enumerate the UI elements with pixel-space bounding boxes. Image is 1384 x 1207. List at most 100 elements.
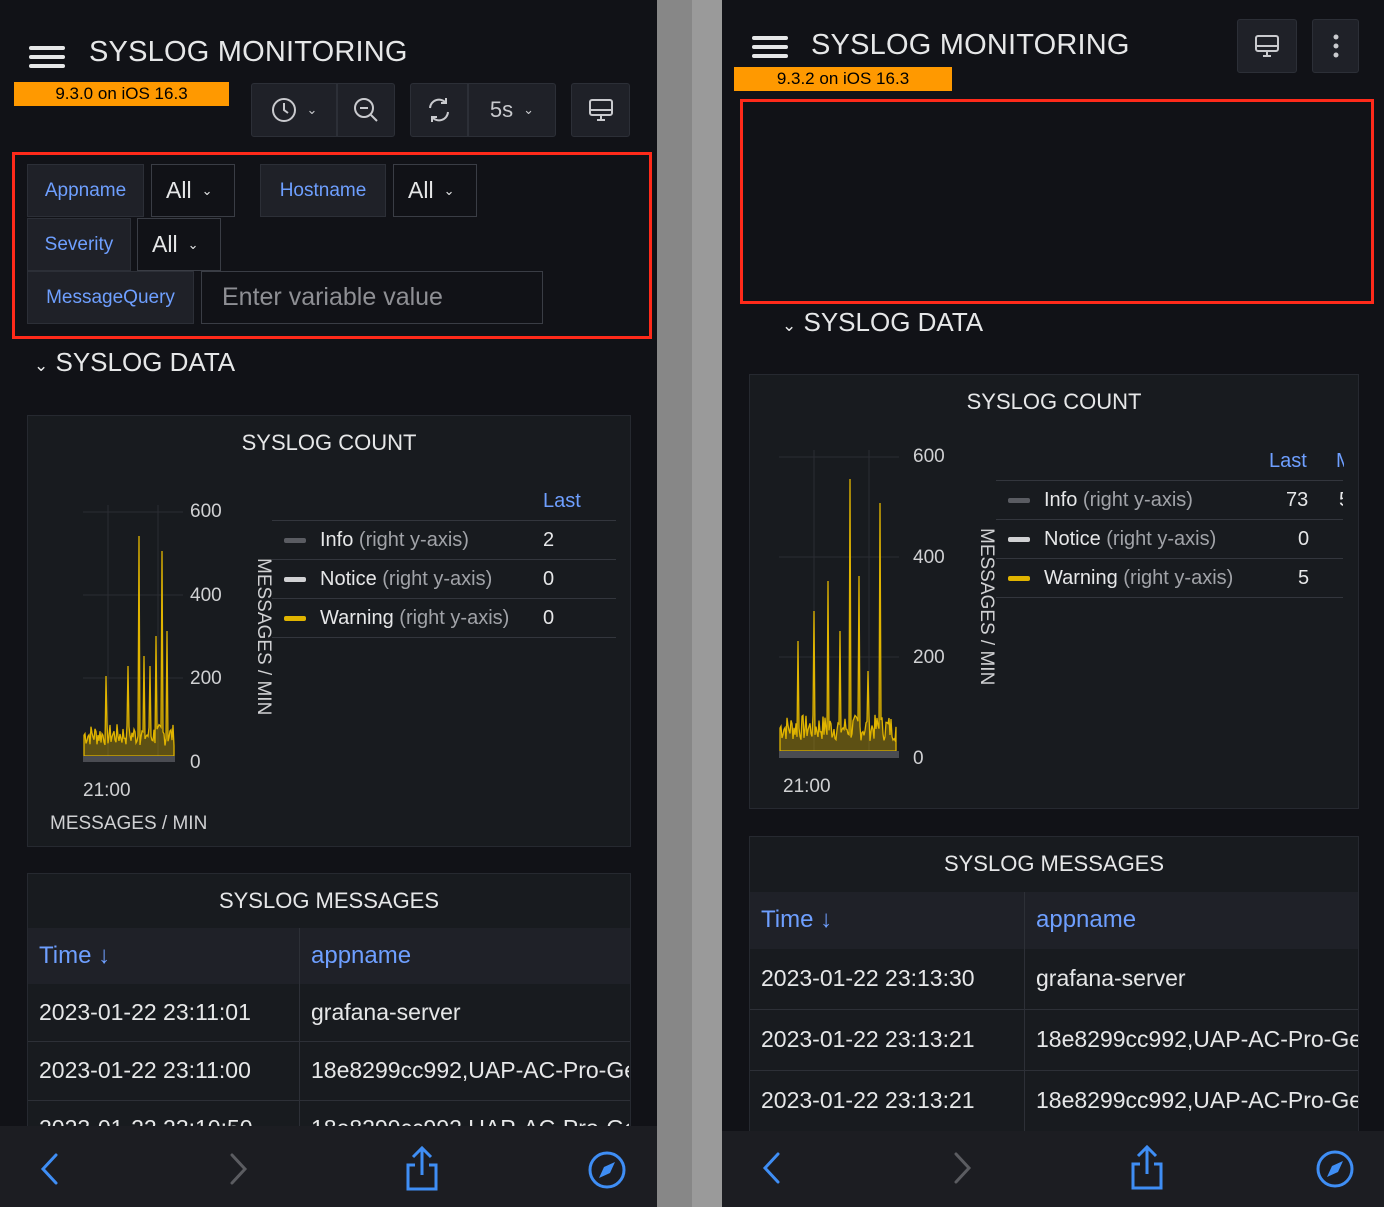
legend-header-max[interactable]: Max	[1336, 450, 1344, 473]
legend-last: 73	[1286, 488, 1309, 511]
legend-name: Notice	[1044, 527, 1101, 550]
highlight-box-missing-variables	[740, 99, 1374, 304]
legend-row-warning[interactable]: Warning (right y-axis) 5	[996, 558, 1343, 598]
row-divider	[750, 1070, 1358, 1071]
legend-table: Info (right y-axis) 73 5 Notice (right y…	[996, 480, 1343, 598]
y-tick: 0	[913, 748, 924, 769]
variable-label-appname: Appname	[27, 164, 144, 217]
more-options-button[interactable]	[1312, 19, 1359, 73]
y-tick: 200	[190, 668, 222, 689]
panel-title: SYSLOG COUNT	[241, 430, 417, 455]
variable-value: All	[166, 177, 192, 203]
row-header-syslog-data[interactable]: ⌄ SYSLOG DATA	[782, 307, 983, 338]
warning-series-line	[83, 535, 175, 757]
legend-table: Info (right y-axis) 2 Notice (right y-ax…	[272, 520, 616, 638]
chevron-down-icon: ⌄	[443, 182, 455, 198]
x-axis-label: MESSAGES / MIN	[50, 813, 208, 834]
legend-row-warning[interactable]: Warning (right y-axis) 0	[272, 598, 616, 638]
time-picker-button[interactable]: ⌄	[251, 83, 337, 137]
column-header-time[interactable]: Time ↓	[39, 942, 110, 970]
legend-swatch	[1008, 575, 1030, 581]
chevron-down-icon: ⌄	[187, 236, 199, 252]
cell-time: 2023-01-22 23:11:00	[39, 1057, 251, 1083]
y-tick: 400	[913, 547, 945, 568]
monitor-icon	[588, 99, 613, 121]
legend-swatch	[1008, 497, 1030, 503]
column-divider	[1024, 892, 1025, 1136]
zoom-out-icon	[354, 98, 378, 122]
cell-time: 2023-01-22 23:11:01	[39, 999, 251, 1025]
version-badge: 9.3.0 on iOS 16.3	[14, 82, 229, 106]
variable-label-hostname: Hostname	[260, 164, 386, 217]
row-header-syslog-data[interactable]: ⌄ SYSLOG DATA	[34, 347, 235, 378]
column-header-time[interactable]: Time ↓	[761, 906, 832, 934]
dashboard-title: SYSLOG MONITORING	[811, 29, 1130, 61]
share-icon[interactable]	[1129, 1145, 1165, 1191]
left-screenshot-grafana-930: SYSLOG MONITORING 9.3.0 on iOS 16.3 ⌄ 5s…	[0, 0, 657, 1207]
x-tick: 21:00	[783, 776, 831, 797]
back-icon[interactable]	[38, 1152, 62, 1186]
right-screenshot-grafana-932: SYSLOG MONITORING 9.3.2 on iOS 16.3 ⌄ SY…	[722, 0, 1384, 1207]
tv-mode-button[interactable]	[1237, 19, 1297, 73]
syslog-count-graph	[779, 450, 899, 758]
cell-appname: grafana-server	[1036, 965, 1186, 991]
refresh-button[interactable]	[410, 83, 468, 137]
legend-name: Info	[320, 528, 354, 551]
cell-appname: 18e8299cc992,UAP-AC-Pro-Gen2	[311, 1057, 629, 1083]
info-series-area	[83, 756, 175, 762]
share-icon[interactable]	[404, 1146, 440, 1192]
variable-select-hostname[interactable]: All ⌄	[393, 164, 477, 217]
row-divider	[750, 1009, 1358, 1010]
legend-last: 0	[543, 567, 555, 590]
refresh-icon	[429, 98, 449, 122]
legend-swatch	[284, 615, 306, 621]
refresh-interval-picker[interactable]: 5s ⌄	[468, 83, 556, 137]
cell-time: 2023-01-22 23:13:21	[761, 1087, 975, 1113]
legend-suffix: (right y-axis)	[358, 528, 469, 551]
y-tick: 200	[913, 647, 945, 668]
cell-time: 2023-01-22 23:13:30	[761, 965, 975, 991]
legend-name: Warning	[320, 606, 394, 629]
clock-icon	[271, 98, 296, 122]
variable-select-appname[interactable]: All ⌄	[151, 164, 235, 217]
column-header-appname[interactable]: appname	[1036, 906, 1136, 934]
y-axis-label: MESSAGES / MIN	[253, 558, 274, 716]
zoom-out-button[interactable]	[337, 83, 395, 137]
legend-suffix: (right y-axis)	[1106, 527, 1217, 550]
column-label: Time	[39, 942, 92, 969]
variable-input-messagequery[interactable]: Enter variable value	[201, 271, 543, 324]
back-icon[interactable]	[760, 1151, 784, 1185]
monitor-icon	[1255, 35, 1279, 57]
legend-swatch	[284, 537, 306, 543]
legend-suffix: (right y-axis)	[1082, 488, 1193, 511]
y-tick: 0	[190, 752, 201, 773]
chevron-down-icon: ⌄	[201, 182, 213, 198]
legend-row-notice[interactable]: Notice (right y-axis) 0	[996, 519, 1343, 558]
legend-name: Warning	[1044, 566, 1118, 589]
menu-icon[interactable]	[752, 36, 788, 60]
legend-header-last[interactable]: Last	[1269, 450, 1307, 473]
variable-select-severity[interactable]: All ⌄	[137, 218, 221, 271]
compass-icon[interactable]	[1315, 1149, 1355, 1189]
legend-header-last[interactable]: Last	[543, 490, 581, 513]
row-divider	[28, 1100, 630, 1101]
row-title: SYSLOG DATA	[55, 347, 236, 377]
menu-icon[interactable]	[29, 46, 65, 70]
forward-icon[interactable]	[950, 1151, 974, 1185]
compass-icon[interactable]	[587, 1150, 627, 1190]
legend-row-info[interactable]: Info (right y-axis) 73 5	[996, 480, 1343, 519]
chevron-down-icon: ⌄	[34, 356, 49, 375]
legend-row-notice[interactable]: Notice (right y-axis) 0	[272, 559, 616, 598]
column-label: Time	[761, 906, 814, 933]
tv-mode-button[interactable]	[571, 83, 630, 137]
arrow-down-icon: ↓	[820, 906, 833, 933]
cell-appname: 18e8299cc992,UAP-AC-Pro-Gen2	[1036, 1026, 1358, 1052]
legend-swatch	[1008, 536, 1030, 542]
panel-title: SYSLOG COUNT	[966, 389, 1142, 414]
legend-row-info[interactable]: Info (right y-axis) 2	[272, 520, 616, 559]
legend-max: 5	[1339, 489, 1343, 512]
forward-icon[interactable]	[226, 1152, 250, 1186]
column-header-appname[interactable]: appname	[311, 942, 411, 970]
window-divider	[692, 0, 722, 1207]
legend-last: 0	[543, 606, 555, 629]
